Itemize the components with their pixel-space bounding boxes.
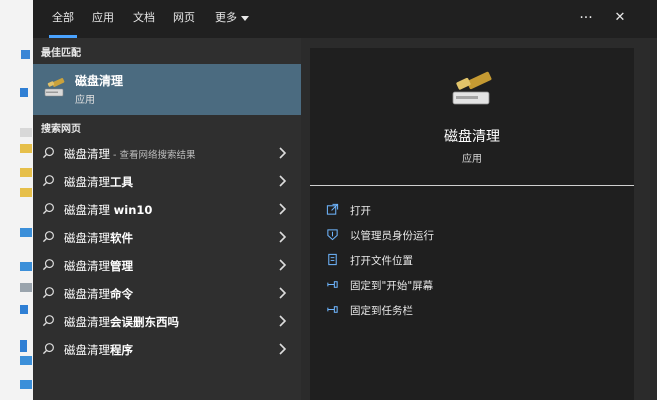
more-options-button[interactable]: ···	[571, 0, 601, 38]
web-search-heading: 搜索网页	[41, 124, 81, 135]
search-icon	[42, 203, 54, 215]
action-label: 固定到"开始"屏幕	[350, 280, 434, 292]
folder-icon	[20, 168, 32, 177]
web-search-item[interactable]: 磁盘清理工具	[33, 167, 301, 195]
web-search-item[interactable]: 磁盘清理 win10	[33, 195, 301, 223]
web-search-label: 磁盘清理会误删东西吗	[64, 315, 179, 329]
open-icon	[326, 203, 339, 215]
tab-label: 文档	[133, 11, 155, 24]
detail-type: 应用	[462, 154, 482, 165]
pictures-icon	[20, 356, 32, 365]
action-label: 打开	[350, 205, 371, 217]
web-search-item[interactable]: 磁盘清理 - 查看网络搜索结果	[33, 139, 301, 167]
search-tabs-bar: 全部 应用 文档 网页 更多 ··· ✕	[33, 0, 657, 38]
web-search-label: 磁盘清理软件	[64, 231, 133, 245]
search-icon	[42, 259, 54, 271]
download-icon	[20, 305, 28, 314]
open-action[interactable]: 打开	[326, 200, 626, 220]
tab-more[interactable]: 更多	[209, 0, 255, 38]
tab-web[interactable]: 网页	[165, 0, 203, 38]
chevron-right-icon	[279, 287, 287, 299]
tab-label: 全部	[52, 11, 74, 24]
tab-label: 网页	[173, 11, 195, 24]
star-icon	[21, 50, 30, 59]
pin-start-icon	[327, 281, 338, 288]
file-location-action[interactable]: 打开文件位置	[326, 250, 626, 270]
web-search-item[interactable]: 磁盘清理程序	[33, 335, 301, 363]
disk-cleanup-icon	[452, 71, 492, 105]
best-match-heading: 最佳匹配	[41, 48, 81, 59]
best-match-item[interactable]: 磁盘清理 应用	[33, 64, 301, 115]
disk-cleanup-icon	[44, 77, 65, 97]
tab-documents[interactable]: 文档	[125, 0, 163, 38]
chevron-right-icon	[279, 203, 287, 215]
pin-to-start-action[interactable]: 固定到"开始"屏幕	[326, 275, 626, 295]
folder-icon	[20, 188, 32, 197]
chevron-right-icon	[279, 259, 287, 271]
background-explorer-strip	[0, 0, 34, 400]
search-icon	[42, 315, 54, 327]
desktop-icon	[20, 262, 32, 271]
run-as-admin-icon	[327, 229, 338, 241]
results-list: 最佳匹配 磁盘清理 应用 搜索网页 磁盘清理 - 查看网络搜索结果 磁盘清理工具	[33, 38, 301, 400]
search-icon	[42, 175, 54, 187]
folder-icon	[20, 128, 32, 137]
music-icon	[20, 340, 27, 352]
action-label: 打开文件位置	[350, 255, 413, 267]
web-search-label: 磁盘清理程序	[64, 343, 133, 357]
run-as-admin-action[interactable]: 以管理员身份运行	[326, 225, 626, 245]
tab-label: 更多	[215, 11, 237, 24]
web-search-item[interactable]: 磁盘清理命令	[33, 279, 301, 307]
search-icon	[42, 231, 54, 243]
action-label: 以管理员身份运行	[350, 230, 434, 242]
web-search-label: 磁盘清理命令	[64, 287, 133, 301]
drive-icon	[20, 283, 32, 292]
chevron-right-icon	[279, 147, 287, 159]
chevron-down-icon	[241, 15, 249, 21]
file-location-icon	[328, 253, 337, 266]
web-search-item[interactable]: 磁盘清理管理	[33, 251, 301, 279]
best-match-name: 磁盘清理	[75, 74, 124, 88]
folder-icon	[20, 144, 32, 153]
web-search-label: 磁盘清理 win10	[64, 203, 153, 217]
chevron-right-icon	[279, 231, 287, 243]
detail-title: 磁盘清理	[444, 129, 500, 145]
pin-taskbar-icon	[327, 306, 338, 313]
chevron-right-icon	[279, 315, 287, 327]
search-icon	[42, 147, 54, 159]
chevron-right-icon	[279, 175, 287, 187]
pin-to-taskbar-action[interactable]: 固定到任务栏	[326, 300, 626, 320]
search-icon	[42, 343, 54, 355]
web-search-label: 磁盘清理 - 查看网络搜索结果	[64, 147, 196, 161]
web-search-label: 磁盘清理管理	[64, 259, 133, 273]
search-panel: 全部 应用 文档 网页 更多 ··· ✕ 最佳匹配 磁盘清理 应用 搜索网页 磁…	[33, 0, 657, 400]
web-search-item[interactable]: 磁盘清理会误删东西吗	[33, 307, 301, 335]
divider	[310, 185, 634, 186]
detail-pane: 磁盘清理 应用 打开 以管理员身份运行 打开文件位置 固定到"开始"屏幕 固定到…	[310, 48, 634, 400]
action-label: 固定到任务栏	[350, 305, 413, 317]
close-button[interactable]: ✕	[605, 0, 635, 38]
best-match-type: 应用	[75, 95, 95, 106]
pc-icon	[20, 228, 32, 237]
tab-apps[interactable]: 应用	[84, 0, 122, 38]
web-search-label: 磁盘清理工具	[64, 175, 133, 189]
video-icon	[20, 380, 32, 389]
tab-all[interactable]: 全部	[41, 0, 85, 38]
search-icon	[42, 287, 54, 299]
blue-download-icon	[20, 88, 28, 97]
web-search-item[interactable]: 磁盘清理软件	[33, 223, 301, 251]
tab-label: 应用	[92, 11, 114, 24]
chevron-right-icon	[279, 343, 287, 355]
